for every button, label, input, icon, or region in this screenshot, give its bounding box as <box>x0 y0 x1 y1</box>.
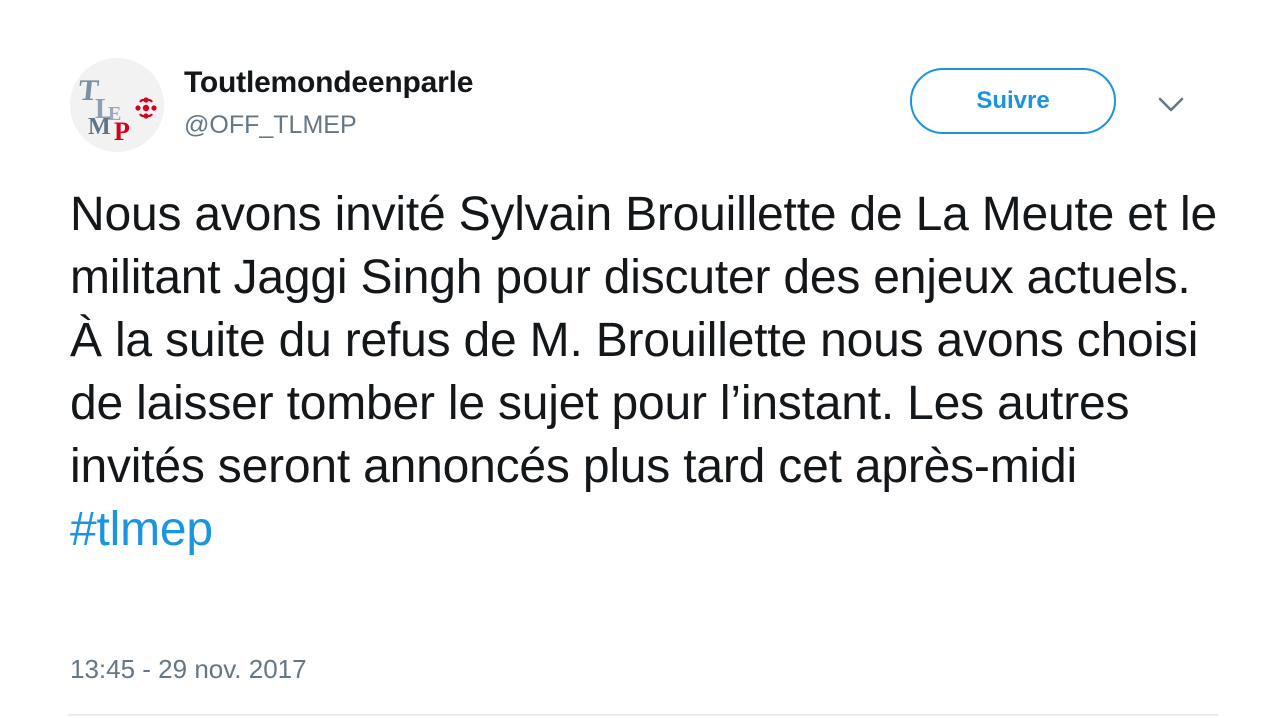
avatar[interactable]: T L M E P <box>70 58 164 152</box>
display-name[interactable]: Toutlemondeenparle <box>184 66 473 100</box>
svg-text:P: P <box>114 117 130 146</box>
tweet-text: Nous avons invité Sylvain Brouillette de… <box>70 183 1220 561</box>
hashtag-link[interactable]: #tlmep <box>70 503 213 556</box>
divider <box>68 714 1218 716</box>
tweet-card: T L M E P Toutlemondeenparle @OFF_TLMEP … <box>0 0 1266 718</box>
chevron-down-icon[interactable] <box>1156 92 1186 116</box>
tweet-timestamp[interactable]: 13:45 - 29 nov. 2017 <box>70 654 307 685</box>
tlmep-logo-icon: T L M E P <box>70 58 164 152</box>
user-handle[interactable]: @OFF_TLMEP <box>184 111 357 140</box>
tweet-body: Nous avons invité Sylvain Brouillette de… <box>70 188 1217 493</box>
follow-button[interactable]: Suivre <box>910 68 1116 134</box>
